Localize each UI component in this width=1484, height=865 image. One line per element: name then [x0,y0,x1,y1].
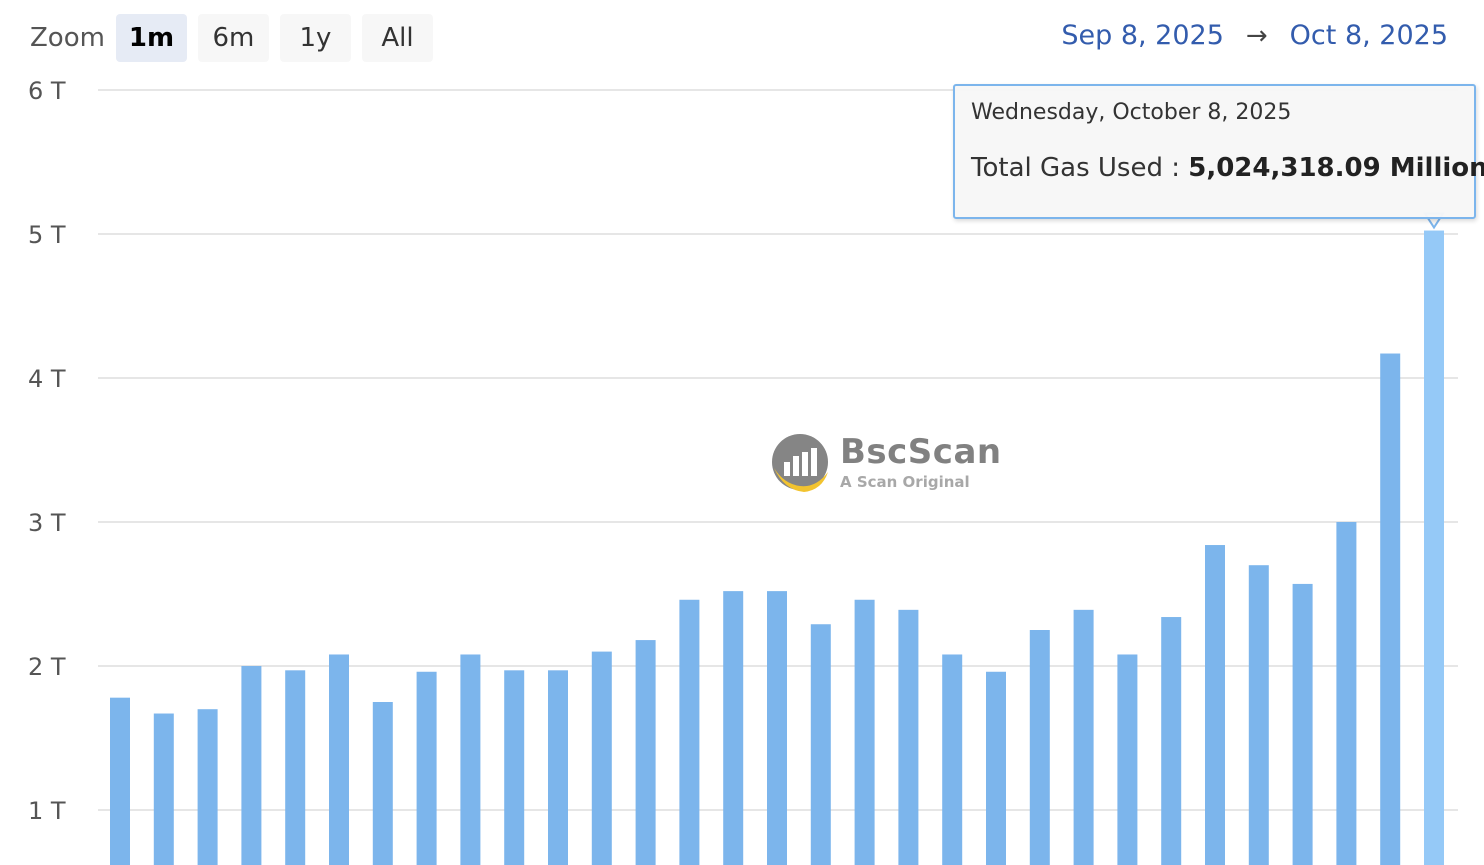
bar-2025-09-09[interactable] [153,713,174,865]
bar-2025-10-04[interactable] [1248,565,1269,865]
bar-2025-09-22[interactable] [723,591,744,865]
bar-2025-09-11[interactable] [241,666,262,865]
bar-2025-10-03[interactable] [1205,545,1225,865]
y-tick-label: 6 T [28,77,66,105]
y-axis-ticks: 1 T 2 T 3 T 4 T 5 T 6 T [28,77,66,825]
bar-2025-09-08[interactable] [110,697,130,865]
bar-2025-09-24[interactable] [810,624,831,865]
y-tick-label: 5 T [28,221,66,249]
bar-2025-09-14[interactable] [372,702,393,865]
bar-2025-10-06[interactable] [1336,522,1357,865]
bar-2025-09-21[interactable] [679,599,700,865]
bar-2025-09-23[interactable] [767,591,787,865]
bar-2025-09-20[interactable] [635,640,656,865]
watermark-subtitle: A Scan Original [840,473,970,491]
bar-2025-09-17[interactable] [504,670,525,865]
bar-2025-09-30[interactable] [1073,609,1094,865]
watermark-title: BscScan [840,432,1002,472]
bar-2025-09-10[interactable] [197,709,218,865]
bar-2025-09-25[interactable] [854,599,875,865]
tooltip-value-line: Total Gas Used : 5,024,318.09 Million [971,153,1484,183]
bscscan-logo-icon [772,434,828,492]
bar-2025-10-05[interactable] [1292,583,1313,865]
bar-2025-10-01[interactable] [1117,654,1138,865]
tooltip-value: 5,024,318.09 Million [1188,153,1484,183]
bar-2025-09-13[interactable] [329,654,349,865]
y-tick-label: 4 T [28,365,66,393]
bar-2025-10-08[interactable] [1424,230,1444,865]
bar-2025-09-18[interactable] [548,670,568,865]
bar-2025-09-27[interactable] [942,654,963,865]
y-tick-label: 1 T [28,797,66,825]
bar-2025-09-12[interactable] [285,670,306,865]
bar-2025-10-02[interactable] [1161,617,1182,865]
chart-tooltip: Wednesday, October 8, 2025 Total Gas Use… [953,84,1484,219]
bar-2025-10-07[interactable] [1380,353,1401,865]
tooltip-label: Total Gas Used : [971,153,1189,183]
tooltip-date: Wednesday, October 8, 2025 [971,100,1292,125]
bars [110,212,1445,865]
bar-2025-09-15[interactable] [416,671,437,865]
bar-2025-09-29[interactable] [1029,630,1050,865]
bar-2025-09-26[interactable] [898,609,919,865]
y-tick-label: 2 T [28,653,66,681]
bscscan-watermark: BscScan A Scan Original [770,432,1001,498]
bar-2025-09-28[interactable] [986,671,1006,865]
bar-2025-09-19[interactable] [591,651,612,865]
y-tick-label: 3 T [28,509,66,537]
bar-2025-09-16[interactable] [460,654,481,865]
